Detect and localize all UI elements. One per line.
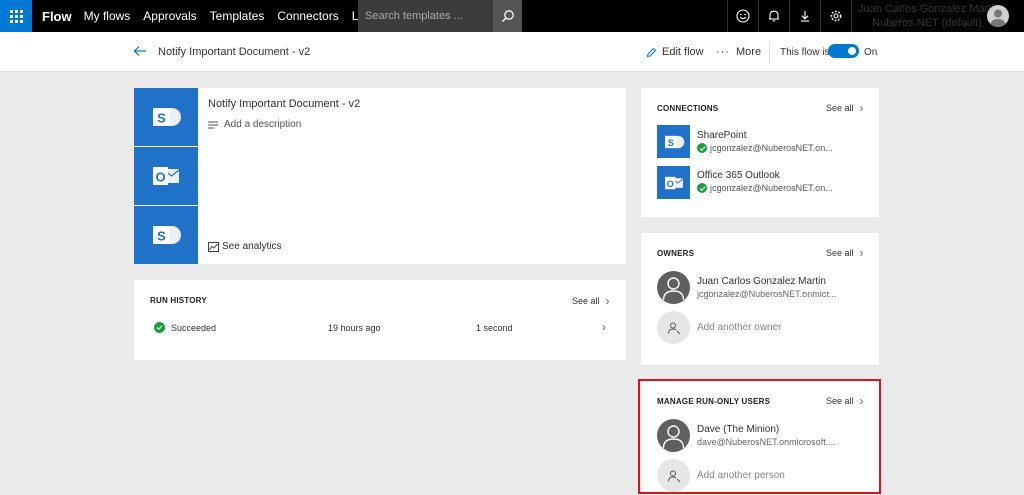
smiley-icon xyxy=(736,9,750,23)
connection-name[interactable]: Office 365 Outlook xyxy=(697,170,780,181)
avatar xyxy=(657,271,690,304)
sharepoint-connection-icon: S xyxy=(657,125,690,158)
svg-text:O: O xyxy=(666,178,673,188)
add-owner-label[interactable]: Add another owner xyxy=(697,322,782,333)
search-input[interactable] xyxy=(358,10,493,22)
pencil-icon xyxy=(646,47,657,57)
owners-see-all[interactable]: See all › xyxy=(826,246,864,260)
owner-name: Juan Carlos Gonzalez Martin xyxy=(697,276,826,287)
add-description[interactable]: Add a description xyxy=(208,119,301,130)
nav-approvals[interactable]: Approvals xyxy=(143,9,196,23)
page-title: Notify Important Document - v2 xyxy=(158,46,311,58)
edit-flow-label: Edit flow xyxy=(662,46,704,58)
run-time: 19 hours ago xyxy=(328,323,381,333)
add-description-label: Add a description xyxy=(224,119,302,130)
svg-text:S: S xyxy=(157,111,166,126)
connection-account: jcgonzalez@NuberosNET.on... xyxy=(697,183,833,193)
waffle-icon xyxy=(9,9,23,23)
svg-text:O: O xyxy=(155,170,165,185)
chevron-right-icon: › xyxy=(859,101,864,115)
see-all-label: See all xyxy=(826,103,854,113)
edit-flow-button[interactable]: Edit flow xyxy=(646,46,704,58)
flow-header: Notify Important Document - v2 Edit flow… xyxy=(0,32,1024,72)
top-icons xyxy=(727,0,851,32)
outlook-connection-icon: O xyxy=(657,166,690,199)
search-button[interactable] xyxy=(493,0,522,32)
gear-icon xyxy=(830,10,842,22)
run-duration: 1 second xyxy=(476,323,513,333)
sharepoint-icon: S xyxy=(153,108,181,126)
connections-card: CONNECTIONS See all › S SharePoint jcgon… xyxy=(641,88,879,217)
user-org: Nuberos.NET (default) xyxy=(872,17,982,29)
divider xyxy=(769,41,770,64)
run-status[interactable]: Succeeded xyxy=(154,322,216,333)
chevron-right-icon: › xyxy=(605,294,610,308)
connections-see-all[interactable]: See all › xyxy=(826,101,864,115)
run-history-title: RUN HISTORY xyxy=(150,296,207,305)
person-icon xyxy=(990,9,1006,27)
lines-icon xyxy=(208,121,218,128)
bell-icon xyxy=(769,10,779,22)
toggle-knob xyxy=(848,47,856,55)
sharepoint-tile: S xyxy=(134,88,198,146)
flow-toggle[interactable] xyxy=(828,44,859,58)
see-analytics-link[interactable]: See analytics xyxy=(208,241,281,252)
svg-text:S: S xyxy=(157,229,166,244)
outlook-icon: O xyxy=(664,176,683,189)
connection-account: jcgonzalez@NuberosNET.on... xyxy=(697,143,833,153)
nav-connectors[interactable]: Connectors xyxy=(277,9,338,23)
see-analytics-label: See analytics xyxy=(222,241,282,252)
more-button[interactable]: ··· More xyxy=(716,46,761,58)
sharepoint-icon: S xyxy=(664,135,684,148)
avatar[interactable] xyxy=(987,5,1009,27)
connection-name[interactable]: SharePoint xyxy=(697,130,746,141)
feedback-button[interactable] xyxy=(727,0,758,32)
chart-icon xyxy=(208,241,219,252)
run-history-card: RUN HISTORY See all › Succeeded 19 hours… xyxy=(134,280,626,360)
back-arrow-icon[interactable] xyxy=(133,45,147,57)
connections-title: CONNECTIONS xyxy=(657,104,719,113)
user-name: Juan Carlos Gonzalez Martin xyxy=(858,3,1000,15)
sharepoint-tile-2: S xyxy=(134,206,198,264)
search-box xyxy=(358,0,522,32)
see-all-label: See all xyxy=(826,248,854,258)
highlight-box xyxy=(638,379,881,494)
see-all-label: See all xyxy=(572,296,600,306)
add-owner-button[interactable] xyxy=(657,311,690,344)
chevron-right-icon: › xyxy=(859,246,864,260)
flow-status-label: This flow is xyxy=(780,47,830,58)
svg-text:S: S xyxy=(667,137,673,147)
search-icon xyxy=(501,10,514,22)
flow-details-card: S O S Notify Important Document - v2 Add… xyxy=(134,88,626,264)
run-history-see-all[interactable]: See all › xyxy=(572,294,610,308)
notifications-button[interactable] xyxy=(758,0,789,32)
owners-card: OWNERS See all › Juan Carlos Gonzalez Ma… xyxy=(641,233,879,365)
settings-button[interactable] xyxy=(820,0,851,32)
check-icon xyxy=(697,183,707,193)
account-menu[interactable]: Juan Carlos Gonzalez Martin Nuberos.NET … xyxy=(851,0,1000,32)
connection-account-label: jcgonzalez@NuberosNET.on... xyxy=(710,183,833,193)
download-icon xyxy=(801,11,809,22)
owner-email: jcgonzalez@NuberosNET.onmicr... xyxy=(697,289,837,299)
brand-logo[interactable]: Flow xyxy=(42,9,72,24)
more-dots-icon: ··· xyxy=(716,46,730,58)
chevron-right-icon[interactable]: › xyxy=(602,320,606,334)
outlook-icon: O xyxy=(153,167,180,185)
more-label: More xyxy=(736,46,762,58)
toggle-state: On xyxy=(864,47,878,58)
download-button[interactable] xyxy=(789,0,820,32)
check-icon xyxy=(154,322,165,333)
owners-title: OWNERS xyxy=(657,249,695,258)
person-icon xyxy=(662,277,685,301)
outlook-tile: O xyxy=(134,147,198,205)
app-launcher-button[interactable] xyxy=(0,0,32,32)
run-status-label: Succeeded xyxy=(171,322,217,333)
flow-name: Notify Important Document - v2 xyxy=(208,98,361,110)
nav-my-flows[interactable]: My flows xyxy=(84,9,131,23)
connection-account-label: jcgonzalez@NuberosNET.on... xyxy=(710,143,833,153)
nav-templates[interactable]: Templates xyxy=(210,9,265,23)
add-person-icon xyxy=(667,322,680,334)
sharepoint-icon: S xyxy=(153,226,181,244)
check-icon xyxy=(697,143,707,153)
